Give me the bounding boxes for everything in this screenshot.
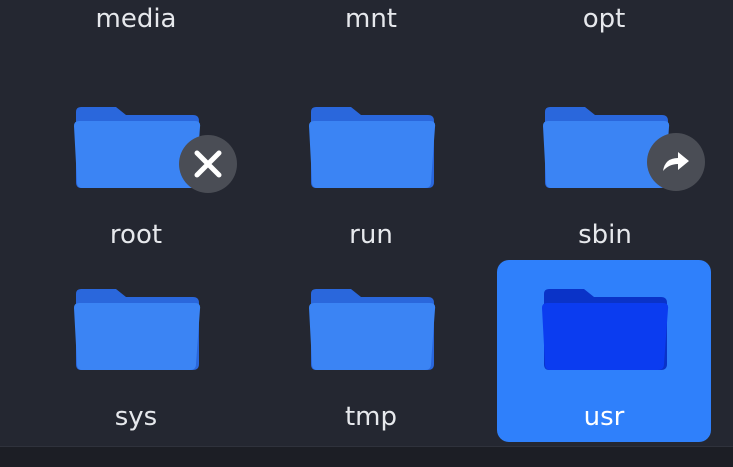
folder-label-root: root (109, 220, 163, 250)
folder-label-tmp: tmp (344, 402, 398, 432)
folder-icon (74, 289, 201, 370)
folder-icon (542, 289, 669, 370)
folder-label-media[interactable]: media (36, 2, 236, 36)
folder-label-sys: sys (114, 402, 158, 432)
folder-label-opt[interactable]: opt (504, 2, 704, 36)
folder-item-usr[interactable]: usr (497, 260, 711, 442)
folder-item-sbin[interactable]: sbin (498, 78, 712, 260)
folder-item-run[interactable]: run (264, 78, 478, 260)
symlink-emblem-icon (647, 133, 705, 191)
folder-item-root[interactable]: root (29, 78, 243, 260)
status-bar (0, 446, 733, 467)
folder-item-tmp[interactable]: tmp (264, 260, 478, 442)
folder-label-run: run (349, 220, 393, 250)
file-icon-view: media mnt opt root run sbin sys tmp usr (0, 0, 733, 446)
unreadable-emblem-icon (179, 135, 237, 193)
folder-label-mnt[interactable]: mnt (271, 2, 471, 36)
folder-label-sbin: sbin (578, 220, 632, 250)
folder-icon (309, 289, 436, 370)
folder-label-usr: usr (583, 402, 625, 432)
folder-item-sys[interactable]: sys (29, 260, 243, 442)
folder-icon (309, 107, 436, 188)
